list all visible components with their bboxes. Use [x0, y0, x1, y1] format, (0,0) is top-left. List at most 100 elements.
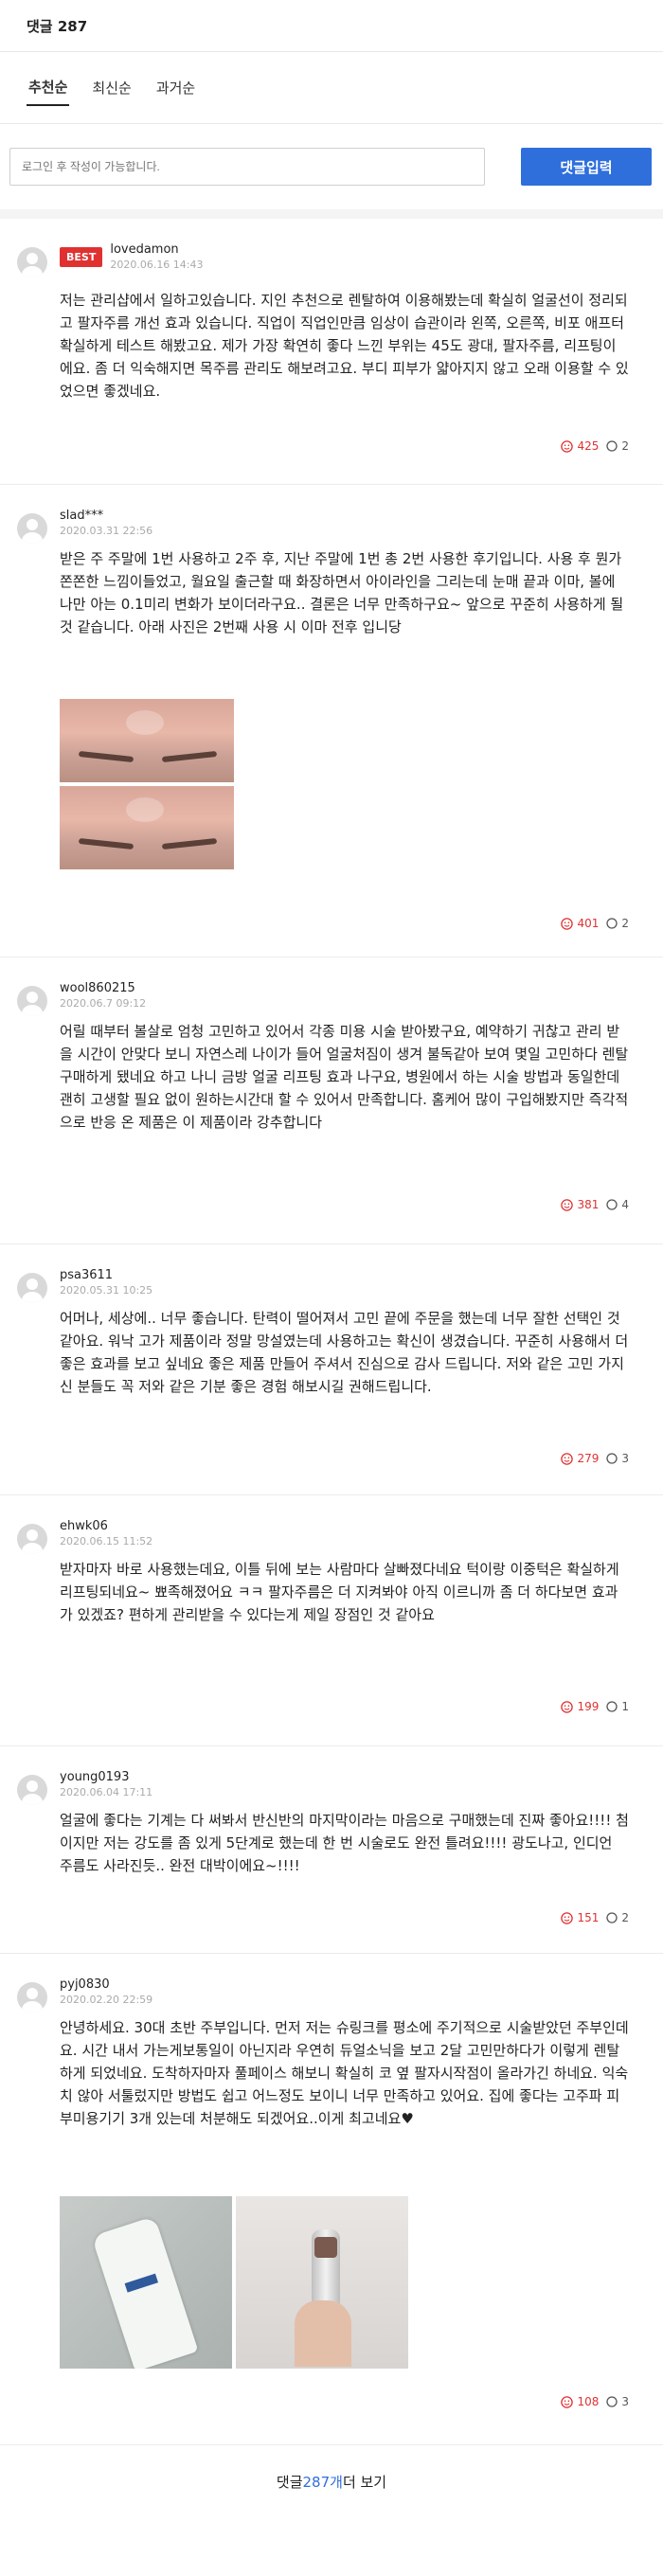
comment-item: psa3611 2020.05.31 10:25 어머나, 세상에.. 너무 좋… — [0, 1244, 663, 1495]
reply-button[interactable]: 1 — [606, 1700, 629, 1713]
comment-text: 어릴 때부터 볼살로 엄청 고민하고 있어서 각종 미용 시술 받아봤구요, 예… — [60, 1023, 629, 1131]
like-button[interactable]: 381 — [561, 1198, 599, 1211]
comment-text: 받자마자 바로 사용했는데요, 이틀 뒤에 보는 사람마다 살빠졌다네요 턱이랑… — [60, 1561, 619, 1623]
tab-recommended[interactable]: 추천순 — [27, 69, 70, 106]
comment-date: 2020.06.7 09:12 — [60, 997, 147, 1010]
reply-button[interactable]: 2 — [606, 439, 629, 453]
comment-input[interactable] — [9, 148, 485, 186]
like-count: 425 — [577, 439, 600, 453]
username: pyj0830 — [60, 1977, 110, 1992]
load-more-button[interactable]: 댓글 287개 더 보기 — [0, 2453, 663, 2510]
comment-text: 어머나, 세상에.. 너무 좋습니다. 탄력이 떨어져서 고민 끝에 주문을 했… — [60, 1310, 629, 1395]
reply-button[interactable]: 2 — [606, 917, 629, 930]
comment-stats: 401 2 — [561, 917, 629, 930]
device-photo[interactable] — [236, 2196, 408, 2369]
comment-text: 얼굴에 좋다는 기계는 다 써봐서 반신반의 마지막이라는 마음으로 구매했는데… — [60, 1812, 629, 1874]
smile-icon — [561, 439, 574, 453]
smile-icon — [561, 1700, 574, 1713]
smile-icon — [561, 1452, 574, 1465]
reply-icon — [606, 1453, 618, 1464]
comment-meta: ehwk06 2020.06.15 11:52 — [60, 1519, 152, 1547]
reply-icon — [606, 2396, 618, 2407]
like-count: 151 — [577, 1911, 600, 1924]
comment-date: 2020.06.15 11:52 — [60, 1535, 153, 1547]
reply-count: 2 — [621, 917, 629, 930]
like-button[interactable]: 151 — [561, 1911, 599, 1924]
comment-date: 2020.02.20 22:59 — [60, 1994, 153, 2006]
tab-oldest[interactable]: 과거순 — [154, 70, 197, 105]
username: lovedamon — [110, 242, 179, 257]
username: psa3611 — [60, 1268, 114, 1282]
comment-item: pyj0830 2020.02.20 22:59 안녕하세요. 30대 초반 주… — [0, 1954, 663, 2445]
comment-item: wool860215 2020.06.7 09:12 어릴 때부터 볼살로 엄청… — [0, 957, 663, 1244]
username: wool860215 — [60, 981, 135, 995]
comment-date: 2020.03.31 22:56 — [60, 525, 153, 537]
comment-text: 저는 관리샵에서 일하고있습니다. 지인 추천으로 렌탈하여 이용해봤는데 확실… — [60, 292, 629, 400]
comment-stats: 199 1 — [561, 1700, 629, 1713]
avatar — [17, 1273, 47, 1303]
like-button[interactable]: 425 — [561, 439, 599, 453]
smile-icon — [561, 1198, 574, 1211]
reply-count: 2 — [621, 439, 629, 453]
reply-icon — [606, 1912, 618, 1923]
smile-icon — [561, 1911, 574, 1924]
like-count: 199 — [577, 1700, 600, 1713]
comment-stats: 108 3 — [561, 2395, 629, 2408]
comment-input-row: 댓글입력 — [0, 124, 663, 219]
like-count: 381 — [577, 1198, 600, 1211]
load-more-suffix: 더 보기 — [342, 2473, 387, 2491]
tab-latest[interactable]: 최신순 — [90, 70, 133, 105]
comment-item: ehwk06 2020.06.15 11:52 받자마자 바로 사용했는데요, … — [0, 1495, 663, 1746]
best-badge: BEST — [60, 246, 103, 267]
smile-icon — [561, 917, 574, 930]
sort-tabs: 추천순 최신순 과거순 — [0, 52, 663, 124]
like-button[interactable]: 108 — [561, 2395, 599, 2408]
like-button[interactable]: 279 — [561, 1452, 599, 1465]
comment-text: 안녕하세요. 30대 초반 주부입니다. 먼저 저는 슈링크를 평소에 주기적으… — [60, 2019, 629, 2127]
reply-button[interactable]: 3 — [606, 1452, 629, 1465]
avatar — [17, 247, 47, 277]
reply-icon — [606, 440, 618, 452]
comment-count-title: 댓글 287 — [27, 17, 88, 35]
username: ehwk06 — [60, 1519, 108, 1533]
like-button[interactable]: 401 — [561, 917, 599, 930]
comment-item: BEST lovedamon 2020.06.16 14:43 저는 관리샵에서… — [0, 219, 663, 485]
product-tube-photo[interactable] — [60, 2196, 232, 2369]
like-count: 279 — [577, 1452, 600, 1465]
reply-count: 2 — [621, 1911, 629, 1924]
reply-count: 1 — [621, 1700, 629, 1713]
reply-count: 4 — [621, 1198, 629, 1211]
avatar — [17, 986, 47, 1016]
comment-stats: 425 2 — [561, 439, 629, 453]
comment-meta: young0193 2020.06.04 17:11 — [60, 1770, 152, 1798]
reply-icon — [606, 918, 618, 929]
load-more-prefix: 댓글 — [276, 2473, 303, 2491]
comment-stats: 381 4 — [561, 1198, 629, 1211]
like-button[interactable]: 199 — [561, 1700, 599, 1713]
reply-button[interactable]: 3 — [606, 2395, 629, 2408]
comment-meta: psa3611 2020.05.31 10:25 — [60, 1268, 152, 1297]
reply-icon — [606, 1701, 618, 1712]
reply-count: 3 — [621, 1452, 629, 1465]
comment-meta: BEST lovedamon 2020.06.16 14:43 — [60, 242, 204, 271]
comment-text: 받은 주 주말에 1번 사용하고 2주 후, 지난 주말에 1번 총 2번 사용… — [60, 550, 624, 635]
avatar — [17, 513, 47, 544]
comment-meta: slad*** 2020.03.31 22:56 — [60, 509, 152, 537]
avatar — [17, 1775, 47, 1805]
comment-meta: pyj0830 2020.02.20 22:59 — [60, 1977, 152, 2006]
reply-button[interactable]: 2 — [606, 1911, 629, 1924]
forehead-photo-after[interactable] — [60, 786, 234, 869]
forehead-photo-before[interactable] — [60, 699, 234, 782]
comment-date: 2020.06.16 14:43 — [110, 259, 204, 271]
submit-comment-button[interactable]: 댓글입력 — [521, 148, 652, 186]
comment-stats: 151 2 — [561, 1911, 629, 1924]
comment-header: 댓글 287 — [0, 0, 663, 52]
like-count: 401 — [577, 917, 600, 930]
photo-gallery — [60, 2196, 408, 2369]
reply-button[interactable]: 4 — [606, 1198, 629, 1211]
comment-item: slad*** 2020.03.31 22:56 받은 주 주말에 1번 사용하… — [0, 485, 663, 957]
username: slad*** — [60, 509, 104, 523]
comment-meta: wool860215 2020.06.7 09:12 — [60, 981, 146, 1010]
smile-icon — [561, 2395, 574, 2408]
comment-date: 2020.05.31 10:25 — [60, 1284, 153, 1297]
